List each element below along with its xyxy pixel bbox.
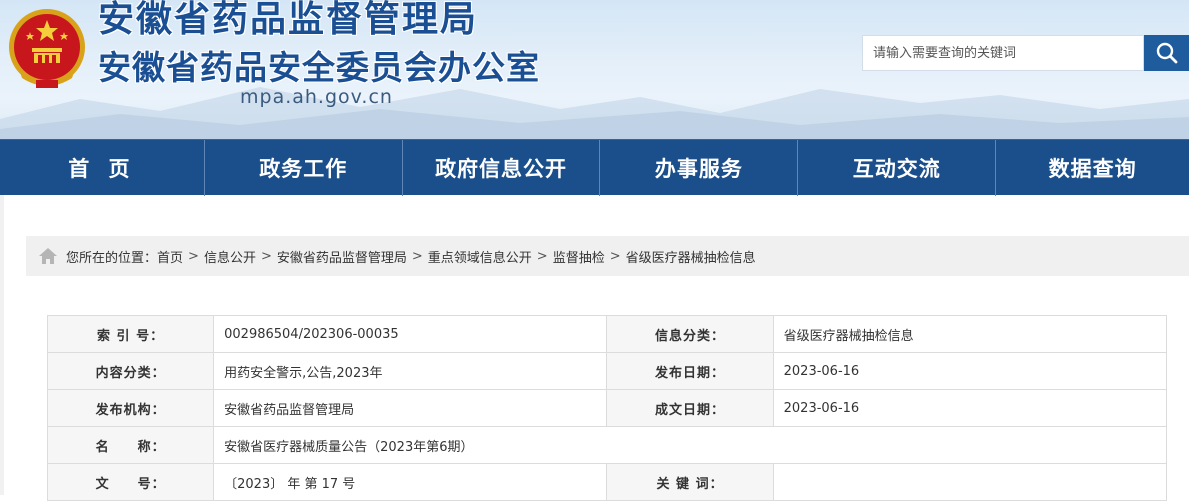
info-category-value: 省级医疗器械抽检信息 — [772, 315, 1168, 353]
nav-item-services[interactable]: 办事服务 — [600, 140, 799, 196]
nav-item-interaction[interactable]: 互动交流 — [798, 140, 997, 196]
breadcrumb-separator: > — [188, 248, 199, 264]
table-row: 名 称： 安徽省医疗器械质量公告（2023年第6期） — [46, 426, 1167, 464]
breadcrumb-item-info-disclosure[interactable]: 信息公开 — [204, 247, 256, 266]
content-area: 您所在的位置： 首页 > 信息公开 > 安徽省药品监督管理局 > 重点领域信息公… — [0, 195, 1189, 501]
document-metadata-table: 索 引 号： 002986504/202306-00035 信息分类： 省级医疗… — [46, 315, 1168, 501]
search-button[interactable] — [1144, 35, 1189, 71]
table-row: 内容分类： 用药安全警示,公告,2023年 发布日期： 2023-06-16 — [46, 352, 1168, 390]
table-row: 索 引 号： 002986504/202306-00035 信息分类： 省级医疗… — [46, 315, 1168, 353]
document-name-value: 安徽省医疗器械质量公告（2023年第6期） — [213, 426, 1167, 464]
site-header: 安徽省药品监督管理局 安徽省药品安全委员会办公室 mpa.ah.gov.cn — [0, 0, 1189, 139]
nav-item-info-disclosure[interactable]: 政府信息公开 — [403, 140, 601, 196]
site-domain: mpa.ah.gov.cn — [240, 86, 393, 108]
breadcrumb-separator: > — [536, 248, 548, 264]
info-category-label: 信息分类： — [606, 315, 774, 353]
breadcrumb-item-sampling[interactable]: 监督抽检 — [553, 247, 605, 266]
publish-date-value: 2023-06-16 — [772, 352, 1168, 390]
content-category-value: 用药安全警示,公告,2023年 — [213, 352, 608, 390]
written-date-label: 成文日期： — [606, 389, 774, 427]
breadcrumb-separator: > — [260, 248, 272, 264]
search-bar — [862, 35, 1189, 71]
nav-item-data-query[interactable]: 数据查询 — [996, 140, 1189, 196]
home-icon — [38, 247, 58, 265]
breadcrumb: 您所在的位置： 首页 > 信息公开 > 安徽省药品监督管理局 > 重点领域信息公… — [26, 236, 1189, 276]
nav-item-home[interactable]: 首 页 — [0, 140, 205, 196]
document-name-label: 名 称： — [46, 426, 215, 464]
breadcrumb-item-current[interactable]: 省级医疗器械抽检信息 — [626, 247, 756, 266]
breadcrumb-prefix: 您所在的位置： — [66, 250, 158, 266]
index-number-value: 002986504/202306-00035 — [213, 315, 608, 353]
breadcrumb-separator: > — [609, 248, 621, 264]
table-row: 发布机构： 安徽省药品监督管理局 成文日期： 2023-06-16 — [46, 389, 1168, 427]
publish-date-label: 发布日期： — [606, 352, 774, 390]
index-number-label: 索 引 号： — [46, 315, 215, 353]
breadcrumb-item-key-areas[interactable]: 重点领域信息公开 — [428, 247, 532, 266]
nav-item-government-affairs[interactable]: 政务工作 — [205, 140, 403, 196]
breadcrumb-item-bureau[interactable]: 安徽省药品监督管理局 — [277, 247, 407, 266]
breadcrumb-separator: > — [411, 248, 423, 264]
content-category-label: 内容分类： — [46, 352, 215, 390]
site-title-primary: 安徽省药品监督管理局 — [98, 0, 479, 40]
written-date-value: 2023-06-16 — [772, 389, 1168, 427]
search-icon — [1156, 42, 1177, 64]
site-title-secondary: 安徽省药品安全委员会办公室 — [98, 48, 540, 87]
national-emblem-icon — [9, 9, 85, 88]
search-input[interactable] — [862, 35, 1144, 71]
issuing-agency-label: 发布机构： — [46, 389, 215, 427]
issuing-agency-value: 安徽省药品监督管理局 — [213, 389, 608, 427]
main-nav: 首 页 政务工作 政府信息公开 办事服务 互动交流 数据查询 — [0, 139, 1189, 196]
breadcrumb-item-home[interactable]: 首页 — [157, 247, 183, 266]
